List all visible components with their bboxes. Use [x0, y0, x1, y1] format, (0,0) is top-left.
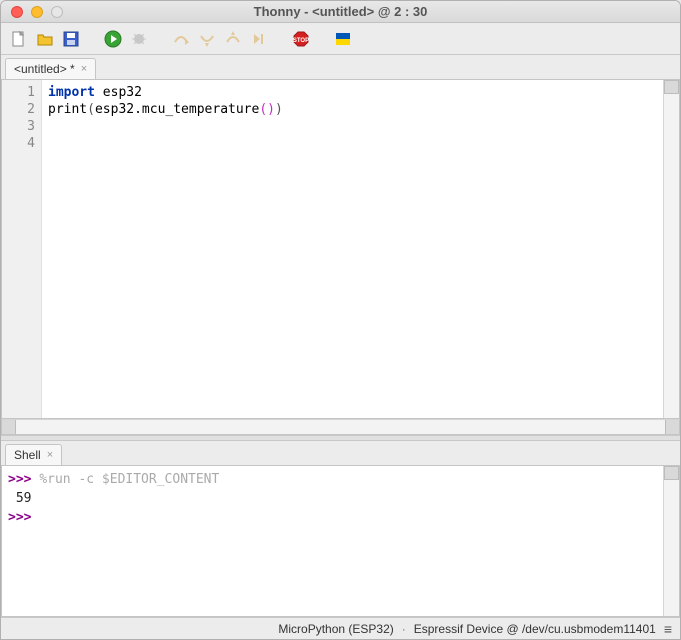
interpreter-label[interactable]: MicroPython (ESP32)	[278, 622, 393, 636]
scroll-left-button[interactable]	[2, 420, 16, 434]
run-button[interactable]	[103, 29, 123, 49]
hamburger-icon[interactable]: ≡	[664, 621, 672, 637]
flag-icon	[334, 30, 352, 48]
code-token: print	[48, 102, 87, 117]
debug-button[interactable]	[129, 29, 149, 49]
save-button[interactable]	[61, 29, 81, 49]
code-area[interactable]: import esp32print(esp32.mcu_temperature(…	[42, 80, 663, 418]
code-line	[48, 118, 657, 135]
app-window: Thonny - <untitled> @ 2 : 30	[0, 0, 681, 640]
gutter: 1234	[2, 80, 42, 418]
statusbar: MicroPython (ESP32) · Espressif Device @…	[1, 617, 680, 639]
code-line: print(esp32.mcu_temperature())	[48, 101, 657, 118]
scroll-right-button[interactable]	[665, 420, 679, 434]
close-icon[interactable]: ×	[81, 63, 87, 75]
shell-panel: Shell × >>> %run -c $EDITOR_CONTENT 59>>…	[1, 441, 680, 617]
run-icon	[104, 30, 122, 48]
editor-tab-label: <untitled> *	[14, 62, 75, 76]
svg-text:STOP: STOP	[293, 38, 309, 44]
shell-line: >>>	[8, 508, 657, 527]
shell-vertical-scrollbar[interactable]	[663, 466, 679, 616]
code-token: import	[48, 85, 95, 100]
line-number: 1	[2, 84, 35, 101]
editor-panel: <untitled> * × 1234 import esp32print(es…	[1, 55, 680, 435]
code-token: esp32	[95, 85, 142, 100]
code-line	[48, 135, 657, 152]
resume-icon	[250, 30, 268, 48]
scroll-up-button[interactable]	[664, 466, 679, 480]
line-number: 3	[2, 118, 35, 135]
line-number: 2	[2, 101, 35, 118]
editor-tabstrip: <untitled> * ×	[1, 55, 680, 79]
shell-text[interactable]: >>> %run -c $EDITOR_CONTENT 59 >>>	[2, 466, 663, 616]
code-token: (	[87, 102, 95, 117]
step-out-button[interactable]	[223, 29, 243, 49]
open-file-icon	[36, 30, 54, 48]
editor-body: 1234 import esp32print(esp32.mcu_tempera…	[1, 79, 680, 419]
shell-line: >>> %run -c $EDITOR_CONTENT	[8, 470, 657, 489]
code-token: )	[275, 102, 283, 117]
code-line: import esp32	[48, 84, 657, 101]
code-token: )	[267, 102, 275, 117]
step-into-button[interactable]	[197, 29, 217, 49]
shell-prompt: >>>	[8, 472, 39, 487]
step-over-icon	[172, 30, 190, 48]
step-out-icon	[224, 30, 242, 48]
shell-magic: %run -c $EDITOR_CONTENT	[39, 472, 219, 487]
open-file-button[interactable]	[35, 29, 55, 49]
status-separator: ·	[402, 622, 406, 636]
editor-horizontal-scrollbar[interactable]	[1, 419, 680, 435]
shell-output: 59	[16, 491, 32, 506]
support-ukraine-button[interactable]	[333, 29, 353, 49]
shell-tab[interactable]: Shell ×	[5, 444, 62, 465]
shell-prompt: >>>	[8, 510, 39, 525]
code-token: (	[259, 102, 267, 117]
shell-tab-label: Shell	[14, 448, 41, 462]
shell-line: 59	[8, 489, 657, 508]
new-file-icon	[10, 30, 28, 48]
save-icon	[62, 30, 80, 48]
shell-tabstrip: Shell ×	[1, 441, 680, 465]
resume-button[interactable]	[249, 29, 269, 49]
debug-icon	[130, 30, 148, 48]
toolbar: STOP	[1, 23, 680, 55]
stop-button[interactable]: STOP	[291, 29, 311, 49]
step-into-icon	[198, 30, 216, 48]
shell-body: >>> %run -c $EDITOR_CONTENT 59 >>>	[1, 465, 680, 617]
scroll-up-button[interactable]	[664, 80, 679, 94]
step-over-button[interactable]	[171, 29, 191, 49]
stop-icon: STOP	[292, 30, 310, 48]
window-title: Thonny - <untitled> @ 2 : 30	[1, 4, 680, 19]
device-label[interactable]: Espressif Device @ /dev/cu.usbmodem11401	[414, 622, 656, 636]
code-token: esp32.mcu_temperature	[95, 102, 259, 117]
editor-tab-untitled[interactable]: <untitled> * ×	[5, 58, 96, 79]
new-file-button[interactable]	[9, 29, 29, 49]
editor-vertical-scrollbar[interactable]	[663, 80, 679, 418]
line-number: 4	[2, 135, 35, 152]
titlebar: Thonny - <untitled> @ 2 : 30	[1, 1, 680, 23]
close-icon[interactable]: ×	[47, 449, 53, 461]
